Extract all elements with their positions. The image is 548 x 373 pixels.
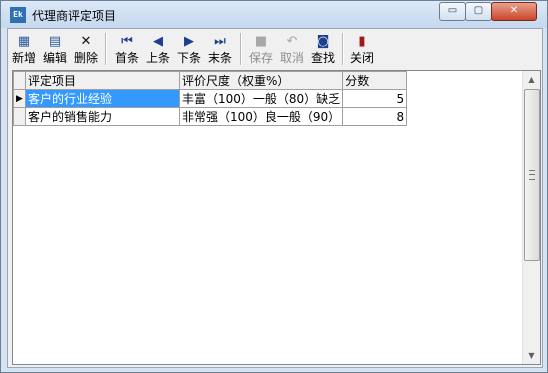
close-button-label: 关闭 (349, 51, 374, 65)
close-button[interactable]: ▮ 关闭 (348, 31, 376, 67)
edit-button[interactable]: ▤ 编辑 (41, 31, 69, 67)
column-header-scale[interactable]: 评价尺度（权重%） (178, 71, 344, 90)
row-indicator-header (13, 71, 26, 90)
grip-icon (529, 170, 535, 180)
next-record-icon: ▶ (184, 34, 194, 49)
cell-scale[interactable]: 丰富（100）一般（80）缺乏 (178, 89, 344, 108)
last-record-icon: ⏭ (214, 34, 226, 49)
previous-record-icon: ◀ (153, 34, 163, 49)
cell-item[interactable]: 客户的行业经验 (25, 89, 180, 108)
vertical-scrollbar[interactable]: ▲ ▼ (522, 71, 540, 364)
cancel-button-label: 取消 (279, 51, 304, 65)
undo-icon: ↶ (286, 34, 298, 49)
next-record-label: 下条 (176, 51, 201, 65)
new-record-icon: ▦ (17, 34, 31, 49)
scroll-up-arrow-icon[interactable]: ▲ (523, 71, 540, 88)
last-record-label: 末条 (207, 51, 232, 65)
exit-door-icon: ▮ (358, 34, 366, 49)
column-header-item[interactable]: 评定项目 (25, 71, 180, 90)
evaluation-grid: 评定项目 评价尺度（权重%） 分数 ▶ 客户的行业经验 丰富（100）一般（80… (12, 70, 541, 365)
close-window-button[interactable]: ✕ (491, 2, 537, 21)
save-button[interactable]: ■ 保存 (247, 31, 275, 67)
first-record-icon: ⏮ (121, 34, 133, 49)
new-button-label: 新增 (11, 51, 36, 65)
main-window: Ek 代理商评定项目 ▭ ▢ ✕ ▦ 新增 ▤ 编辑 ✕ 删除 ⏮ 首条 ◀ 上… (0, 0, 548, 373)
table-row[interactable]: ▶ 客户的行业经验 丰富（100）一般（80）缺乏 5 (13, 89, 408, 108)
toolbar-separator (342, 33, 344, 65)
binoculars-icon: ◙ (316, 34, 330, 49)
edit-icon: ▤ (48, 34, 62, 49)
scroll-down-arrow-icon[interactable]: ▼ (523, 347, 540, 364)
column-header-score[interactable]: 分数 (342, 71, 408, 90)
minimize-button[interactable]: ▭ (439, 2, 466, 21)
new-button[interactable]: ▦ 新增 (10, 31, 38, 67)
save-button-label: 保存 (248, 51, 273, 65)
delete-icon: ✕ (80, 34, 92, 49)
delete-button[interactable]: ✕ 删除 (72, 31, 100, 67)
client-area: ▦ 新增 ▤ 编辑 ✕ 删除 ⏮ 首条 ◀ 上条 ▶ 下条 ⏭ 末条 ■ 保存 … (7, 28, 543, 368)
cell-score[interactable]: 8 (342, 107, 408, 126)
maximize-button[interactable]: ▢ (465, 2, 492, 21)
scrollbar-thumb[interactable] (524, 89, 540, 261)
cell-item[interactable]: 客户的销售能力 (25, 107, 180, 126)
cell-scale[interactable]: 非常强（100）良一般（90） (178, 107, 344, 126)
first-record-label: 首条 (114, 51, 139, 65)
delete-button-label: 删除 (73, 51, 98, 65)
grid-table: 评定项目 评价尺度（权重%） 分数 ▶ 客户的行业经验 丰富（100）一般（80… (13, 71, 408, 126)
window-title: 代理商评定项目 (32, 9, 117, 23)
toolbar-separator (105, 33, 107, 65)
row-indicator (13, 107, 26, 126)
find-button-label: 查找 (310, 51, 335, 65)
grid-header-row: 评定项目 评价尺度（权重%） 分数 (13, 71, 408, 90)
current-row-indicator: ▶ (13, 89, 26, 108)
cancel-button[interactable]: ↶ 取消 (278, 31, 306, 67)
next-record-button[interactable]: ▶ 下条 (175, 31, 203, 67)
table-row[interactable]: 客户的销售能力 非常强（100）良一般（90） 8 (13, 107, 408, 126)
edit-button-label: 编辑 (42, 51, 67, 65)
previous-record-button[interactable]: ◀ 上条 (144, 31, 172, 67)
app-icon: Ek (10, 7, 26, 23)
find-button[interactable]: ◙ 查找 (309, 31, 337, 67)
save-icon: ■ (254, 34, 268, 49)
cell-score[interactable]: 5 (342, 89, 408, 108)
toolbar-separator (240, 33, 242, 65)
title-bar[interactable]: Ek 代理商评定项目 ▭ ▢ ✕ (1, 1, 547, 28)
toolbar: ▦ 新增 ▤ 编辑 ✕ 删除 ⏮ 首条 ◀ 上条 ▶ 下条 ⏭ 末条 ■ 保存 … (8, 29, 542, 69)
first-record-button[interactable]: ⏮ 首条 (113, 31, 141, 67)
last-record-button[interactable]: ⏭ 末条 (206, 31, 234, 67)
previous-record-label: 上条 (145, 51, 170, 65)
